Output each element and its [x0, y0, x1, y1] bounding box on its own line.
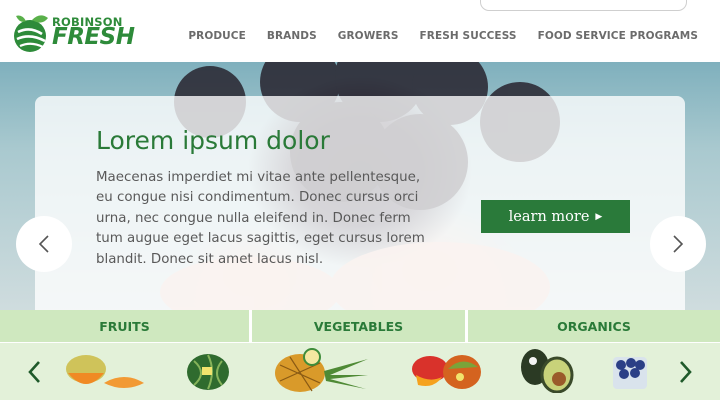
nav-brands[interactable]: BRANDS	[267, 30, 317, 42]
mango-icon[interactable]	[408, 351, 482, 393]
site-header: ROBINSON FRESH PRODUCE BRANDS GROWERS FR…	[0, 0, 720, 62]
logo-leaf-icon	[14, 15, 48, 52]
watermelon-icon[interactable]	[186, 351, 230, 391]
nav-food-service-programs[interactable]: FOOD SERVICE PROGRAMS	[538, 30, 698, 42]
hero-title: Lorem ipsum dolor	[96, 126, 330, 155]
carousel-prev-button[interactable]	[24, 359, 44, 385]
pineapple-icon[interactable]	[272, 345, 370, 393]
tab-fruits[interactable]: FRUITS	[0, 310, 249, 342]
logo[interactable]: ROBINSON FRESH	[12, 6, 137, 54]
play-arrow-icon: ▶	[595, 212, 603, 222]
category-tabs: FRUITS VEGETABLES ORGANICS	[0, 310, 720, 342]
main-nav: PRODUCE BRANDS GROWERS FRESH SUCCESS FOO…	[167, 30, 698, 42]
cantaloupe-icon[interactable]	[64, 353, 146, 393]
learn-more-button[interactable]: learn more ▶	[481, 200, 630, 233]
nav-growers[interactable]: GROWERS	[338, 30, 399, 42]
chevron-right-icon	[673, 235, 684, 253]
blueberries-icon[interactable]	[611, 351, 649, 391]
nav-produce[interactable]: PRODUCE	[188, 30, 246, 42]
tab-vegetables[interactable]: VEGETABLES	[251, 310, 466, 342]
product-carousel	[0, 343, 720, 400]
carousel-next-button[interactable]	[676, 359, 696, 385]
nav-fresh-success[interactable]: FRESH SUCCESS	[420, 30, 517, 42]
tab-organics[interactable]: ORGANICS	[468, 310, 720, 342]
chevron-left-icon	[38, 235, 49, 253]
avocado-icon[interactable]	[515, 347, 575, 393]
hero-prev-button[interactable]	[16, 216, 72, 272]
hero-body-text: Maecenas imperdiet mi vitae ante pellent…	[96, 170, 425, 267]
chevron-right-icon	[680, 361, 692, 383]
chevron-left-icon	[28, 361, 40, 383]
utility-bar[interactable]	[480, 0, 687, 11]
logo-text-main: FRESH	[52, 24, 135, 50]
hero-next-button[interactable]	[650, 216, 706, 272]
learn-more-label: learn more	[508, 208, 590, 225]
